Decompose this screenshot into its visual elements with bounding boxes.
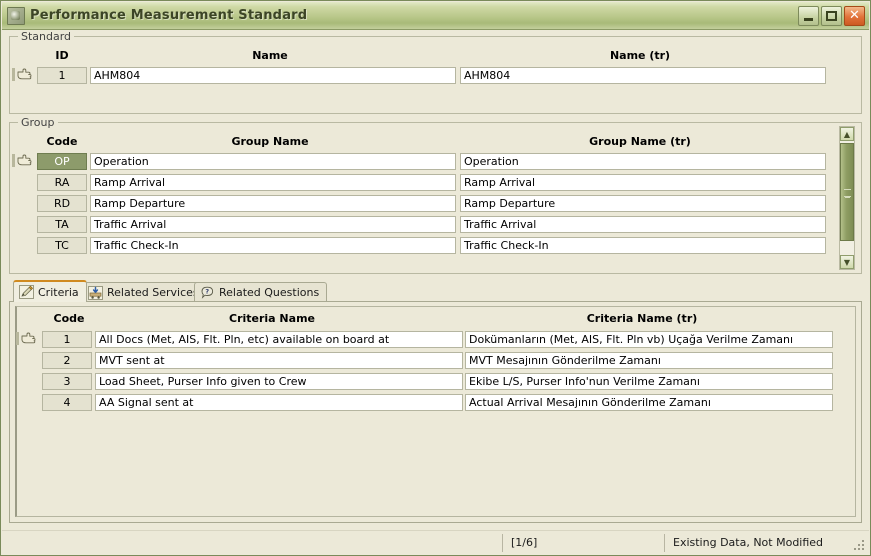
scroll-down-button[interactable]: ▼: [840, 255, 854, 269]
group-cell-name[interactable]: Traffic Arrival: [90, 216, 456, 233]
criteria-header-name-tr: Criteria Name (tr): [586, 312, 698, 325]
criteria-cell-name-tr[interactable]: Actual Arrival Mesajının Gönderilme Zama…: [465, 394, 833, 411]
tab-strip: Criteria Related Services ? Related Ques…: [9, 280, 862, 302]
close-icon: ✕: [849, 8, 860, 23]
record-selector-icon: [12, 153, 34, 170]
group-cell-code[interactable]: TA: [37, 216, 87, 233]
tab-related-questions-label: Related Questions: [219, 286, 320, 299]
group-vertical-scrollbar[interactable]: ▲ ▼: [839, 126, 855, 270]
criteria-cell-name-tr[interactable]: Ekibe L/S, Purser Info'nun Verilme Zaman…: [465, 373, 833, 390]
window-title: Performance Measurement Standard: [30, 8, 308, 23]
criteria-cell-name-tr[interactable]: Dokümanların (Met, AIS, Flt. Pln vb) Uça…: [465, 331, 833, 348]
app-icon: [7, 6, 25, 25]
group-cell-name[interactable]: Operation: [90, 153, 456, 170]
criteria-cell-name[interactable]: AA Signal sent at: [95, 394, 463, 411]
status-record-counter: [1/6]: [502, 534, 671, 552]
tab-criteria-label: Criteria: [38, 285, 79, 299]
group-cell-code[interactable]: TC: [37, 237, 87, 254]
group-cell-name-tr[interactable]: Operation: [460, 153, 826, 170]
chevron-up-icon: ▲: [843, 129, 851, 139]
standard-legend: Standard: [18, 30, 75, 43]
question-bubble-icon: ?: [200, 286, 215, 300]
maximize-button[interactable]: [821, 6, 842, 26]
svg-text:?: ?: [205, 287, 209, 295]
group-cell-code[interactable]: RD: [37, 195, 87, 212]
minimize-icon: [804, 18, 813, 21]
group-header-code: Code: [46, 135, 78, 148]
group-cell-code[interactable]: OP: [37, 153, 87, 170]
group-cell-name[interactable]: Ramp Arrival: [90, 174, 456, 191]
criteria-cell-name-tr[interactable]: MVT Mesajının Gönderilme Zamanı: [465, 352, 833, 369]
standard-cell-id[interactable]: 1: [37, 67, 87, 84]
window-controls: ✕: [798, 6, 865, 26]
criteria-cell-code[interactable]: 4: [42, 394, 92, 411]
client-area: Standard ID Name Name (tr) 1 AHM804 AHM8…: [2, 30, 869, 528]
group-legend: Group: [18, 116, 58, 129]
standard-groupbox: Standard ID Name Name (tr) 1 AHM804 AHM8…: [9, 30, 862, 114]
record-selector-icon: [16, 331, 38, 348]
pencil-icon: [19, 285, 34, 299]
chevron-down-icon: ▼: [843, 257, 851, 267]
group-cell-name-tr[interactable]: Ramp Departure: [460, 195, 826, 212]
group-cell-name-tr[interactable]: Ramp Arrival: [460, 174, 826, 191]
title-bar: Performance Measurement Standard ✕: [2, 2, 869, 30]
group-cell-name[interactable]: Ramp Departure: [90, 195, 456, 212]
scroll-up-button[interactable]: ▲: [840, 127, 854, 141]
close-button[interactable]: ✕: [844, 6, 865, 26]
standard-header-id: ID: [55, 49, 69, 62]
criteria-cell-name[interactable]: Load Sheet, Purser Info given to Crew: [95, 373, 463, 390]
criteria-header-name: Criteria Name: [229, 312, 315, 325]
scrollbar-thumb[interactable]: [840, 143, 854, 241]
criteria-cell-code[interactable]: 2: [42, 352, 92, 369]
group-cell-name-tr[interactable]: Traffic Check-In: [460, 237, 826, 254]
minimize-button[interactable]: [798, 6, 819, 26]
group-header-name: Group Name: [231, 135, 309, 148]
application-window: Performance Measurement Standard ✕ Stand…: [0, 0, 871, 556]
group-header-name-tr: Group Name (tr): [589, 135, 691, 148]
tab-related-services-label: Related Services: [107, 286, 199, 299]
standard-header-name: Name: [252, 49, 288, 62]
criteria-cell-name[interactable]: MVT sent at: [95, 352, 463, 369]
record-selector-icon: [12, 67, 34, 84]
group-cell-name[interactable]: Traffic Check-In: [90, 237, 456, 254]
tab-criteria[interactable]: Criteria: [13, 280, 87, 302]
group-cell-name-tr[interactable]: Traffic Arrival: [460, 216, 826, 233]
criteria-cell-code[interactable]: 1: [42, 331, 92, 348]
standard-header-name-tr: Name (tr): [609, 49, 671, 62]
resize-grip[interactable]: [852, 538, 866, 552]
tab-related-services[interactable]: Related Services: [82, 282, 207, 302]
criteria-grid: Code Criteria Name Criteria Name (tr) 1 …: [15, 306, 856, 517]
criteria-tab-panel: Code Criteria Name Criteria Name (tr) 1 …: [9, 301, 862, 523]
standard-cell-name-tr[interactable]: AHM804: [460, 67, 826, 84]
maximize-icon: [826, 11, 837, 21]
status-state-text: Existing Data, Not Modified: [664, 534, 870, 552]
status-bar: [1/6] Existing Data, Not Modified: [2, 530, 869, 554]
group-cell-code[interactable]: RA: [37, 174, 87, 191]
tab-related-questions[interactable]: ? Related Questions: [194, 282, 328, 302]
criteria-cell-code[interactable]: 3: [42, 373, 92, 390]
criteria-cell-name[interactable]: All Docs (Met, AIS, Flt. Pln, etc) avail…: [95, 331, 463, 348]
status-empty-panel: [17, 534, 505, 552]
standard-cell-name[interactable]: AHM804: [90, 67, 456, 84]
cart-down-icon: [88, 285, 103, 300]
group-groupbox: Group Code Group Name Group Name (tr) OP…: [9, 116, 862, 274]
